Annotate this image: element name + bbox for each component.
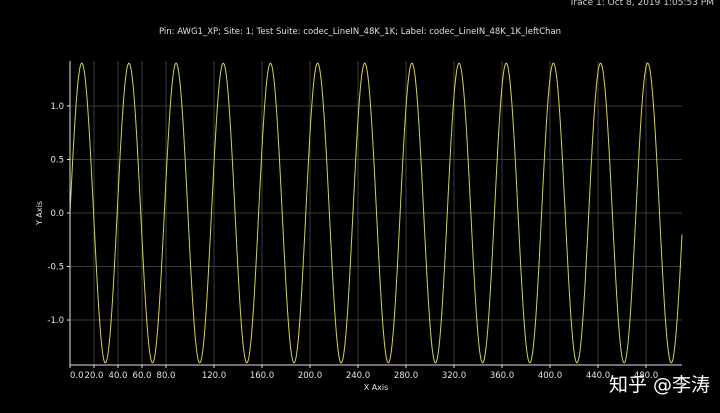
y-tick-label: -1.0 (47, 316, 64, 326)
x-tick-label: 360.0 (490, 371, 514, 381)
x-tick-label: 200.0 (298, 371, 322, 381)
x-tick-label: 0.0 (70, 371, 84, 381)
y-tick-label: 0.5 (50, 155, 64, 165)
x-ticks: 0.0 20.0 40.0 60.0 80.0 120.0 160.0 200.0 240.0 2… (69, 365, 658, 381)
x-tick-label: 160.0 (250, 371, 274, 381)
x-tick-label: 80.0 (157, 371, 176, 381)
watermark: 知乎 @李涛 (608, 374, 710, 396)
x-tick-label: 120.0 (202, 371, 226, 381)
y-tick-label: -0.5 (47, 263, 64, 273)
chart: 0.0 20.0 40.0 60.0 80.0 120.0 160.0 200.0 240.0 2… (35, 61, 683, 392)
x-tick-label: 40.0 (109, 371, 128, 381)
grid (69, 61, 682, 365)
y-axis-label: Y Axis (35, 201, 44, 226)
y-ticks: 1.0 0.5 0.0 -0.5 -1.0 (47, 102, 70, 326)
x-tick-label: 400.0 (538, 371, 562, 381)
y-tick-label: 0.0 (50, 209, 64, 219)
x-tick-label: 320.0 (442, 371, 466, 381)
x-tick-label: 440.0 (586, 371, 610, 381)
x-tick-label: 240.0 (346, 371, 370, 381)
x-axis-label: X Axis (364, 383, 389, 392)
x-tick-label: 280.0 (394, 371, 418, 381)
x-tick-label: 60.0 (133, 371, 152, 381)
x-tick-label: 20.0 (85, 371, 104, 381)
y-tick-label: 1.0 (50, 102, 64, 112)
